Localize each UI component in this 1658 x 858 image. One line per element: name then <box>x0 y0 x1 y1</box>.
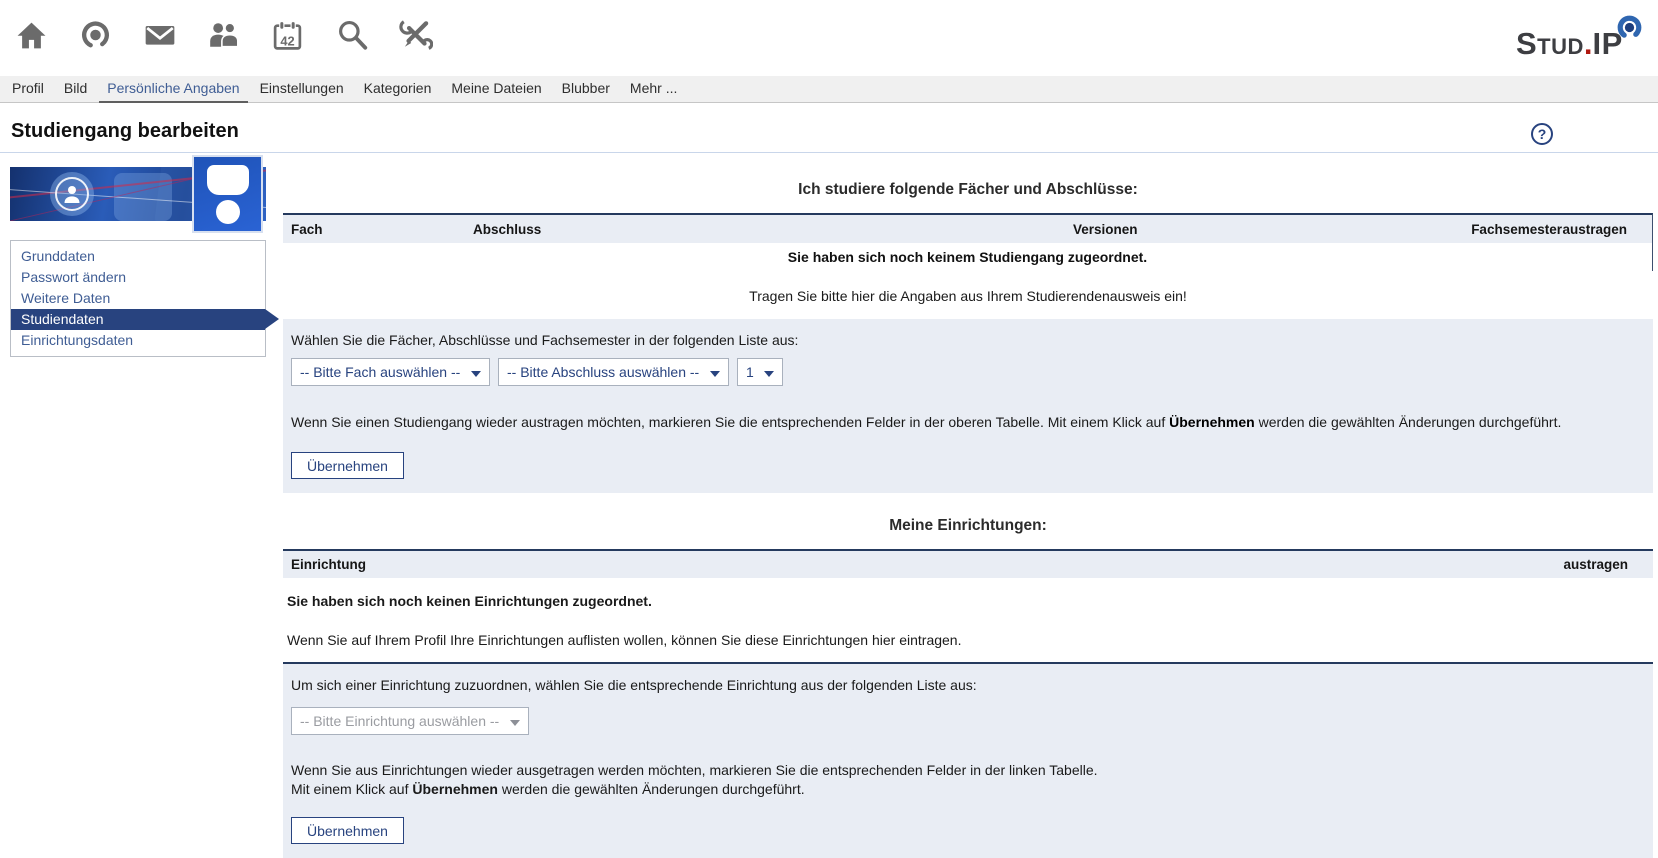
einrichtungen-note-line1: Wenn Sie aus Einrichtungen wieder ausget… <box>291 761 1645 780</box>
calendar-icon: 42 <box>271 19 304 55</box>
einrichtung-select-row: -- Bitte Einrichtung auswählen -- <box>291 707 1645 735</box>
abschluss-select[interactable]: -- Bitte Abschluss auswählen -- <box>499 359 728 385</box>
tab-blubber[interactable]: Blubber <box>552 76 620 102</box>
sidebar-item-weitere-daten[interactable]: Weitere Daten <box>11 288 265 309</box>
tab-persoenliche-angaben[interactable]: Persönliche Angaben <box>97 76 249 102</box>
fach-select-wrap: -- Bitte Fach auswählen -- <box>291 358 490 386</box>
studiengang-form: Wählen Sie die Fächer, Abschlüsse und Fa… <box>283 319 1653 493</box>
einrichtungen-note-line2: Mit einem Klick auf Übernehmen werden di… <box>291 780 1645 799</box>
sidebar-item-grunddaten[interactable]: Grunddaten <box>11 246 265 267</box>
mail-icon <box>143 18 177 55</box>
sidebar-menu: Grunddaten Passwort ändern Weitere Daten… <box>10 240 266 357</box>
person-icon <box>60 182 84 206</box>
tools-button[interactable] <box>398 19 433 54</box>
column-header-fach: Fach <box>283 222 473 237</box>
community-icon <box>207 18 241 55</box>
column-header-versionen: Versionen <box>1073 222 1392 237</box>
abschluss-select-wrap: -- Bitte Abschluss auswählen -- <box>498 358 729 386</box>
tab-kategorien[interactable]: Kategorien <box>354 76 442 102</box>
fachsemester-select[interactable]: 1 <box>738 359 782 385</box>
einrichtung-select-wrap: -- Bitte Einrichtung auswählen -- <box>291 707 529 735</box>
courses-button[interactable] <box>78 19 113 54</box>
uebernehmen-button-studiengang[interactable]: Übernehmen <box>291 452 404 479</box>
titlebar: Studiengang bearbeiten <box>0 103 1658 153</box>
einrichtungen-table-header: Einrichtung austragen <box>283 551 1653 578</box>
avatar <box>50 172 94 216</box>
einrichtungen-hint: Wenn Sie auf Ihrem Profil Ihre Einrichtu… <box>287 632 1653 648</box>
einrichtung-select[interactable]: -- Bitte Einrichtung auswählen -- <box>292 708 528 734</box>
help-icon[interactable]: ? <box>1531 123 1553 145</box>
studiengang-table-header: Fach Abschluss Versionen Fachsemester au… <box>283 215 1652 243</box>
logo-dot: . <box>1584 26 1593 62</box>
sidebar-item-studiendaten[interactable]: Studiendaten <box>11 309 265 330</box>
fach-select[interactable]: -- Bitte Fach auswählen -- <box>292 359 489 385</box>
calendar-day-label: 42 <box>280 33 294 48</box>
column-header-abschluss: Abschluss <box>473 222 1073 237</box>
studiengang-hint: Tragen Sie bitte hier die Angaben aus Ih… <box>283 288 1653 304</box>
einrichtungen-empty-message: Sie haben sich noch keinen Einrichtungen… <box>287 593 1653 609</box>
studiengang-empty-message: Sie haben sich noch keinem Studiengang z… <box>283 243 1652 271</box>
logo-text: Stud <box>1516 26 1584 62</box>
einrichtungen-form-intro: Um sich einer Einrichtung zuzuordnen, wä… <box>291 674 1645 693</box>
sidebar-item-passwort-aendern[interactable]: Passwort ändern <box>11 267 265 288</box>
column-header-austragen: austragen <box>1563 557 1653 572</box>
tab-mehr[interactable]: Mehr ... <box>620 76 687 102</box>
topbar: 42 Stud.IP <box>0 0 1658 76</box>
studiengang-note: Wenn Sie einen Studiengang wieder austra… <box>291 414 1645 430</box>
messages-button[interactable] <box>142 19 177 54</box>
studiendaten-tile-icon <box>192 155 263 233</box>
community-button[interactable] <box>206 19 241 54</box>
tab-bild[interactable]: Bild <box>54 76 97 102</box>
studip-logo[interactable]: Stud.IP <box>1516 26 1623 62</box>
search-icon <box>335 18 369 55</box>
einrichtungen-note: Wenn Sie aus Einrichtungen wieder ausget… <box>291 761 1645 799</box>
studiengang-form-intro: Wählen Sie die Fächer, Abschlüsse und Fa… <box>291 329 1645 348</box>
page-title: Studiengang bearbeiten <box>11 120 239 143</box>
studiengang-table: Fach Abschluss Versionen Fachsemester au… <box>283 213 1653 271</box>
column-header-austragen: austragen <box>1562 222 1652 237</box>
search-button[interactable] <box>334 19 369 54</box>
tab-profil[interactable]: Profil <box>2 76 54 102</box>
tools-icon <box>399 18 433 55</box>
tab-meine-dateien[interactable]: Meine Dateien <box>441 76 551 102</box>
logo-swirl-icon <box>1615 13 1644 45</box>
spiral-icon <box>79 19 112 55</box>
fachsemester-select-wrap: 1 <box>737 358 783 386</box>
tab-einstellungen[interactable]: Einstellungen <box>250 76 354 102</box>
sidebar: Grunddaten Passwort ändern Weitere Daten… <box>10 167 266 357</box>
studiengang-select-row: -- Bitte Fach auswählen -- -- Bitte Absc… <box>291 358 1645 386</box>
einrichtungen-table: Einrichtung austragen <box>283 549 1653 578</box>
column-header-einrichtung: Einrichtung <box>283 557 1563 572</box>
main-content: Ich studiere folgende Fächer und Abschlü… <box>283 153 1653 858</box>
home-icon <box>15 19 48 55</box>
profile-tabbar: Profil Bild Persönliche Angaben Einstell… <box>0 76 1658 103</box>
einrichtungen-form: Um sich einer Einrichtung zuzuordnen, wä… <box>283 662 1653 858</box>
uebernehmen-button-einrichtungen[interactable]: Übernehmen <box>291 817 404 844</box>
sidebar-item-einrichtungsdaten[interactable]: Einrichtungsdaten <box>11 330 265 351</box>
column-header-fachsemester: Fachsemester <box>1392 222 1562 237</box>
section-heading-studiengaenge: Ich studiere folgende Fächer und Abschlü… <box>283 181 1653 199</box>
toolbar-icon-row: 42 <box>14 19 433 54</box>
planner-button[interactable]: 42 <box>270 19 305 54</box>
section-heading-einrichtungen: Meine Einrichtungen: <box>283 517 1653 535</box>
home-button[interactable] <box>14 19 49 54</box>
